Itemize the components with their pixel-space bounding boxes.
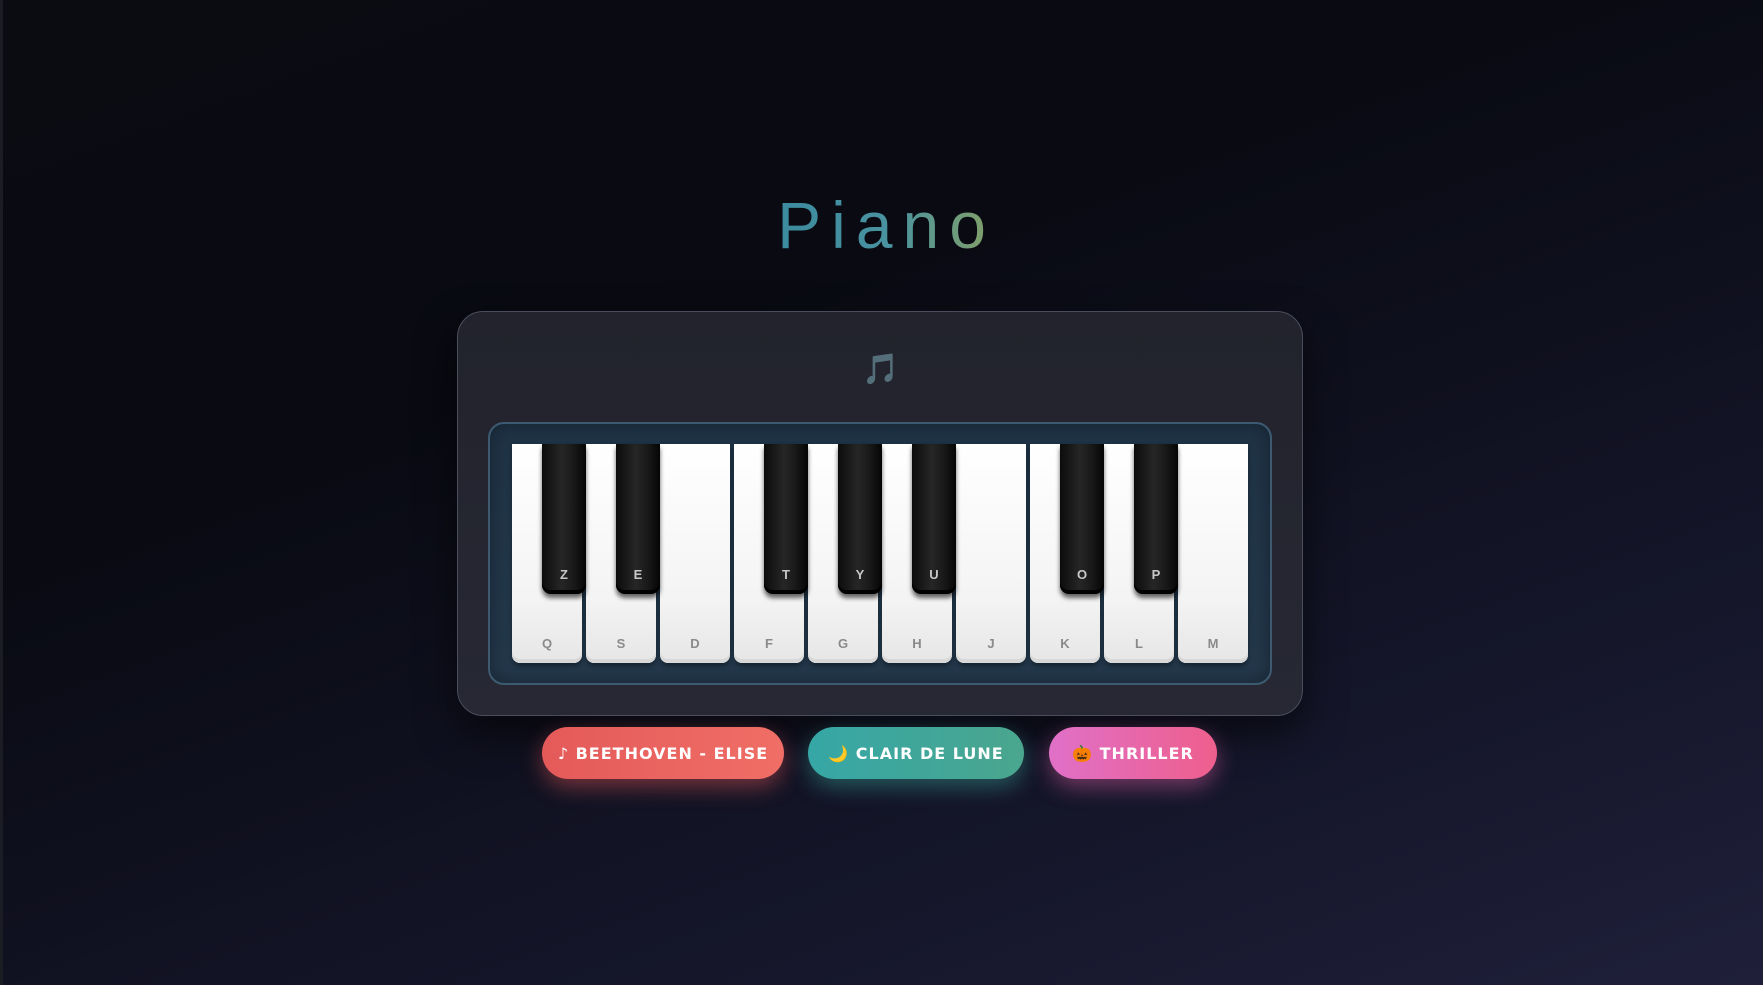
key-label: M — [1207, 636, 1219, 651]
key-label: Z — [560, 567, 568, 582]
key-label: E — [633, 567, 643, 582]
keyboard: Q S D F G H J K L M Z E T Y U O P — [488, 422, 1272, 685]
white-key-d[interactable]: D — [660, 444, 730, 663]
key-label: T — [782, 567, 790, 582]
key-label: J — [987, 636, 995, 651]
key-label: S — [616, 636, 626, 651]
music-notes-icon: 🎵 — [862, 352, 900, 387]
black-key-e[interactable]: E — [616, 444, 660, 594]
piano-panel: 🎵 Q S D F G H J K L M Z E T Y U O P — [457, 311, 1303, 716]
key-label: P — [1151, 567, 1161, 582]
key-label: F — [765, 636, 773, 651]
song-button-thriller[interactable]: 🎃 THRILLER — [1049, 727, 1217, 779]
key-label: U — [929, 567, 939, 582]
song-button-beethoven-elise[interactable]: ♪ BEETHOVEN - ELISE — [542, 727, 784, 779]
key-label: G — [837, 636, 849, 651]
black-key-o[interactable]: O — [1060, 444, 1104, 594]
black-key-z[interactable]: Z — [542, 444, 586, 594]
key-label: O — [1076, 567, 1088, 582]
black-key-y[interactable]: Y — [838, 444, 882, 594]
white-key-j[interactable]: J — [956, 444, 1026, 663]
key-label: K — [1060, 636, 1070, 651]
page-title-container: Piano — [0, 180, 1763, 270]
song-button-clair-de-lune[interactable]: 🌙 CLAIR DE LUNE — [808, 727, 1024, 779]
window-edge — [0, 0, 3, 985]
black-key-p[interactable]: P — [1134, 444, 1178, 594]
black-key-t[interactable]: T — [764, 444, 808, 594]
key-label: Y — [855, 567, 865, 582]
key-label: H — [912, 636, 922, 651]
key-label: L — [1135, 636, 1143, 651]
key-label: D — [690, 636, 700, 651]
page-title: Piano — [767, 180, 996, 270]
white-key-m[interactable]: M — [1178, 444, 1248, 663]
black-key-u[interactable]: U — [912, 444, 956, 594]
key-label: Q — [541, 636, 553, 651]
